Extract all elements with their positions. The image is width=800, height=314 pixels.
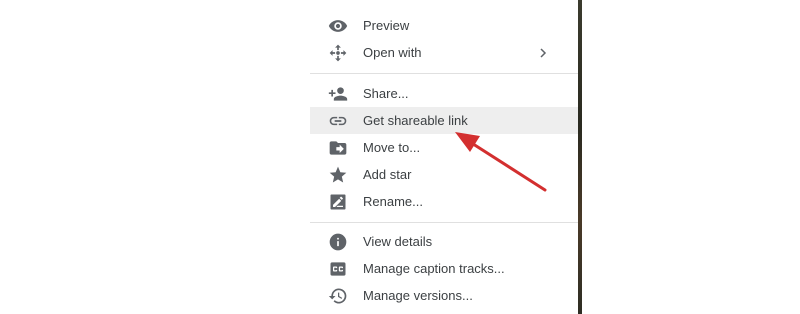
menu-item-view-details[interactable]: View details: [310, 228, 578, 255]
menu-item-rename[interactable]: Rename...: [310, 188, 578, 215]
star-icon: [328, 165, 348, 185]
menu-item-add-star[interactable]: Add star: [310, 161, 578, 188]
menu-item-manage-caption-tracks[interactable]: Manage caption tracks...: [310, 255, 578, 282]
rename-icon: [328, 192, 348, 212]
menu-item-manage-versions[interactable]: Manage versions...: [310, 282, 578, 309]
menu-divider: [310, 222, 578, 223]
context-menu: Preview Open with Share... Get shareable…: [310, 0, 578, 314]
menu-item-move-to[interactable]: Move to...: [310, 134, 578, 161]
folder-move-icon: [328, 138, 348, 158]
menu-item-label: Rename...: [363, 194, 423, 209]
menu-item-label: Get shareable link: [363, 113, 468, 128]
info-icon: [328, 232, 348, 252]
move-arrows-icon: [328, 43, 348, 63]
menu-item-get-shareable-link[interactable]: Get shareable link: [310, 107, 578, 134]
chevron-right-icon: [536, 46, 550, 60]
eye-icon: [328, 16, 348, 36]
background-image-edge: [578, 0, 582, 314]
person-add-icon: [328, 84, 348, 104]
link-icon: [328, 111, 348, 131]
menu-divider: [310, 73, 578, 74]
menu-item-label: Preview: [363, 18, 410, 33]
menu-item-preview[interactable]: Preview: [310, 12, 578, 39]
menu-item-label: Share...: [363, 86, 409, 101]
menu-item-label: Manage versions...: [363, 288, 473, 303]
menu-item-label: Move to...: [363, 140, 421, 155]
menu-item-open-with[interactable]: Open with: [310, 39, 578, 66]
menu-item-label: Open with: [363, 45, 422, 60]
menu-item-share[interactable]: Share...: [310, 80, 578, 107]
menu-item-label: Add star: [363, 167, 412, 182]
menu-item-label: View details: [363, 234, 433, 249]
history-icon: [328, 286, 348, 306]
closed-caption-icon: [328, 259, 348, 279]
menu-item-label: Manage caption tracks...: [363, 261, 505, 276]
